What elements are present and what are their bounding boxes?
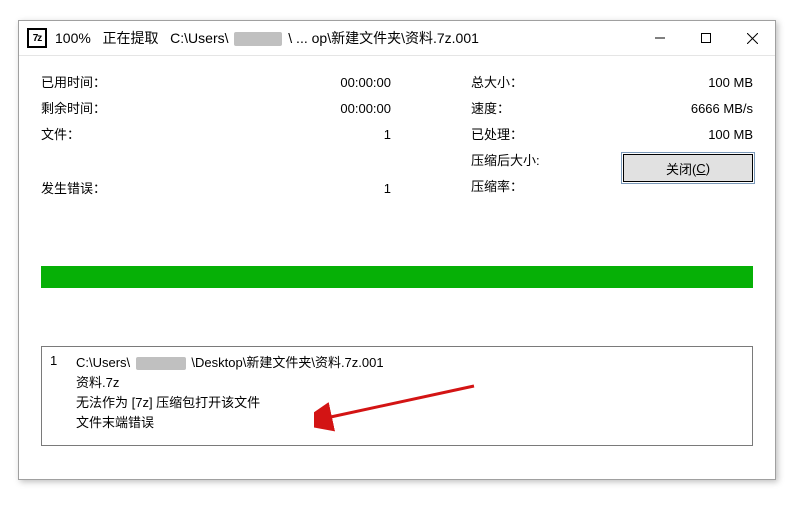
total-size-label: 总大小： — [471, 74, 581, 92]
elapsed-value: 00:00:00 — [340, 74, 391, 92]
log-body: C:\Users\ \Desktop\新建文件夹\资料.7z.001 资料.7z… — [76, 353, 742, 439]
elapsed-label: 已用时间： — [41, 74, 211, 92]
processed-label: 已处理： — [471, 126, 581, 144]
minimize-button[interactable] — [637, 21, 683, 55]
window-title: 100% 正在提取 C:\Users\ \ ... op\新建文件夹\资料.7z… — [55, 28, 479, 48]
title-path-suffix: \ ... op\新建文件夹\资料.7z.001 — [288, 30, 479, 46]
redacted-username — [234, 32, 282, 46]
files-label: 文件： — [41, 126, 211, 144]
close-button[interactable]: 关闭(C) — [623, 154, 753, 182]
dialog-content: 已用时间： 剩余时间： 文件： 发生错误： 00:00:00 00:00:00 … — [19, 56, 775, 198]
ratio-label: 压缩率： — [471, 178, 581, 196]
errors-value: 1 — [384, 180, 391, 198]
speed-label: 速度： — [471, 100, 581, 118]
speed-value: 6666 MB/s — [691, 100, 753, 118]
remaining-label: 剩余时间： — [41, 100, 211, 118]
files-value: 1 — [384, 126, 391, 144]
errors-label: 发生错误： — [41, 180, 211, 198]
processed-value: 100 MB — [708, 126, 753, 144]
redacted-username — [136, 357, 186, 370]
sevenzip-icon: 7z — [27, 28, 47, 48]
title-percent: 100% — [55, 30, 91, 46]
minimize-icon — [655, 33, 665, 43]
log-index: 1 — [50, 353, 76, 439]
title-bar: 7z 100% 正在提取 C:\Users\ \ ... op\新建文件夹\资料… — [19, 21, 775, 56]
total-size-value: 100 MB — [708, 74, 753, 92]
dialog-window: 7z 100% 正在提取 C:\Users\ \ ... op\新建文件夹\资料… — [18, 20, 776, 480]
log-line-1: C:\Users\ \Desktop\新建文件夹\资料.7z.001 — [76, 353, 742, 373]
title-action: 正在提取 — [102, 30, 158, 46]
close-icon — [747, 33, 758, 44]
remaining-value: 00:00:00 — [340, 100, 391, 118]
log-line-2: 资料.7z — [76, 373, 742, 393]
log-line-4: 文件末端错误 — [76, 413, 742, 433]
maximize-button[interactable] — [683, 21, 729, 55]
compressed-size-label: 压缩后大小: — [471, 152, 581, 170]
progress-bar — [41, 266, 753, 288]
error-log-panel[interactable]: 1 C:\Users\ \Desktop\新建文件夹\资料.7z.001 资料.… — [41, 346, 753, 446]
maximize-icon — [701, 33, 711, 43]
close-mnemonic: C — [696, 161, 705, 176]
window-controls — [637, 21, 775, 55]
close-window-button[interactable] — [729, 21, 775, 55]
title-path-prefix: C:\Users\ — [170, 30, 228, 46]
log-line-3: 无法作为 [7z] 压缩包打开该文件 — [76, 393, 742, 413]
